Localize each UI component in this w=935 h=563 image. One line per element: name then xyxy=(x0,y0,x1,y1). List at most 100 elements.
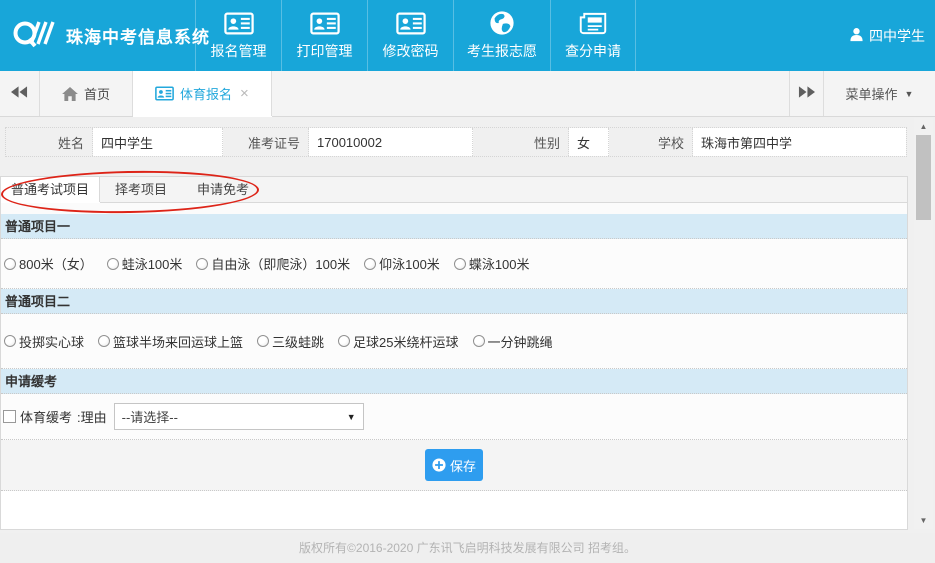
radio-option[interactable]: 三级蛙跳 xyxy=(257,332,324,351)
radio-label: 篮球半场来回运球上篮 xyxy=(113,332,243,351)
menu-label: 菜单操作 xyxy=(846,84,898,103)
tab-optional-exam[interactable]: 择考项目 xyxy=(100,177,182,202)
tab-scroll-left-button[interactable] xyxy=(0,71,40,116)
nav-item-label: 修改密码 xyxy=(383,41,439,61)
user-name: 四中学生 xyxy=(869,26,925,46)
student-name-value: 四中学生 xyxy=(93,128,223,156)
exam-id-value: 170010002 xyxy=(309,128,473,156)
panel-gap xyxy=(1,203,907,214)
section-deferral-row: 体育缓考 :理由 --请选择-- ▼ xyxy=(1,394,907,440)
gender-label: 性别 xyxy=(473,128,569,156)
scroll-down-button[interactable]: ▼ xyxy=(914,513,933,528)
scroll-thumb[interactable] xyxy=(916,135,931,220)
section-normal-1-options: 800米（女） 蛙泳100米 自由泳（即爬泳）100米 仰泳100米 蝶泳100… xyxy=(1,239,907,289)
radio-icon[interactable] xyxy=(473,335,485,347)
section-deferral-header: 申请缓考 xyxy=(1,369,907,394)
reason-label: :理由 xyxy=(77,407,107,426)
save-row: 保存 xyxy=(1,440,907,491)
id-card-icon xyxy=(224,10,254,36)
radio-icon[interactable] xyxy=(338,335,350,347)
double-right-icon xyxy=(798,85,815,103)
radio-label: 800米（女） xyxy=(19,254,93,273)
section-normal-1-header: 普通项目一 xyxy=(1,214,907,239)
radio-option[interactable]: 投掷实心球 xyxy=(4,332,84,351)
section-normal-2-options: 投掷实心球 篮球半场来回运球上篮 三级蛙跳 足球25米绕杆运球 一分钟跳绳 xyxy=(1,314,907,369)
nav-item-registration[interactable]: 报名管理 xyxy=(195,0,281,71)
nav-item-label: 打印管理 xyxy=(297,41,353,61)
tab-close-icon[interactable]: × xyxy=(240,85,249,102)
user-icon xyxy=(849,27,864,45)
radio-label: 三级蛙跳 xyxy=(272,332,324,351)
exam-tabs: 普通考试项目 择考项目 申请免考 xyxy=(1,177,907,203)
radio-label: 蛙泳100米 xyxy=(122,254,183,273)
student-name-label: 姓名 xyxy=(6,128,93,156)
radio-label: 自由泳（即爬泳）100米 xyxy=(211,254,350,273)
radio-option[interactable]: 蛙泳100米 xyxy=(107,254,183,273)
logo-title: 珠海中考信息系统 xyxy=(66,23,210,48)
tab-sports-registration[interactable]: 体育报名 × xyxy=(133,71,272,116)
radio-option[interactable]: 足球25米绕杆运球 xyxy=(338,332,458,351)
nav-item-label: 考生报志愿 xyxy=(467,41,537,61)
copyright-text: 版权所有©2016-2020 广东讯飞启明科技发展有限公司 招考组。 xyxy=(299,541,636,555)
deferral-label: 体育缓考 xyxy=(20,407,72,426)
user-info[interactable]: 四中学生 xyxy=(849,0,925,71)
radio-icon[interactable] xyxy=(107,258,119,270)
radio-icon[interactable] xyxy=(454,258,466,270)
tab-normal-exam[interactable]: 普通考试项目 xyxy=(1,177,100,202)
nav-item-print[interactable]: 打印管理 xyxy=(281,0,367,71)
id-card-icon xyxy=(155,86,174,101)
radio-option[interactable]: 自由泳（即爬泳）100米 xyxy=(196,254,350,273)
gender-value: 女 xyxy=(569,128,609,156)
window-tabbar: 首页 体育报名 × 菜单操作 ▼ xyxy=(0,71,935,117)
radio-icon[interactable] xyxy=(196,258,208,270)
menu-operations-button[interactable]: 菜单操作 ▼ xyxy=(823,71,935,116)
school-label: 学校 xyxy=(609,128,693,156)
id-card-icon xyxy=(310,10,340,36)
tab-exemption[interactable]: 申请免考 xyxy=(182,177,264,202)
app-header: 珠海中考信息系统 报名管理 xyxy=(0,0,935,71)
radio-icon[interactable] xyxy=(4,335,16,347)
radio-icon[interactable] xyxy=(364,258,376,270)
nav-item-volunteer[interactable]: 考生报志愿 xyxy=(453,0,550,71)
radio-label: 蝶泳100米 xyxy=(469,254,530,273)
logo-mark-icon xyxy=(12,16,58,55)
radio-option[interactable]: 一分钟跳绳 xyxy=(473,332,553,351)
deferral-checkbox[interactable] xyxy=(3,410,16,423)
app-window: 珠海中考信息系统 报名管理 xyxy=(0,0,935,563)
tab-home[interactable]: 首页 xyxy=(40,71,133,116)
scroll-up-button[interactable]: ▲ xyxy=(914,119,933,134)
radio-option[interactable]: 仰泳100米 xyxy=(364,254,440,273)
save-label: 保存 xyxy=(450,456,476,475)
radio-icon[interactable] xyxy=(257,335,269,347)
radio-option[interactable]: 篮球半场来回运球上篮 xyxy=(98,332,243,351)
radio-label: 仰泳100米 xyxy=(379,254,440,273)
tab-home-label: 首页 xyxy=(84,84,110,103)
save-button[interactable]: 保存 xyxy=(425,449,483,481)
nav-item-label: 查分申请 xyxy=(565,41,621,61)
tab-scroll-right-button[interactable] xyxy=(789,71,823,116)
home-icon xyxy=(62,87,78,101)
double-left-icon xyxy=(11,85,28,103)
school-value: 珠海市第四中学 xyxy=(693,128,906,156)
plus-circle-icon xyxy=(432,458,446,472)
select-value: --请选择-- xyxy=(122,407,178,426)
radio-option[interactable]: 800米（女） xyxy=(4,254,93,273)
id-card-icon xyxy=(396,10,426,36)
reason-select[interactable]: --请选择-- ▼ xyxy=(114,403,364,430)
page-content: 姓名 四中学生 准考证号 170010002 性别 女 学校 珠海市第四中学 普… xyxy=(0,117,935,533)
nav-item-label: 报名管理 xyxy=(211,41,267,61)
nav-item-score-inquiry[interactable]: 查分申请 xyxy=(550,0,636,71)
radio-icon[interactable] xyxy=(4,258,16,270)
radio-option[interactable]: 蝶泳100米 xyxy=(454,254,530,273)
student-info-bar: 姓名 四中学生 准考证号 170010002 性别 女 学校 珠海市第四中学 xyxy=(5,127,907,157)
section-normal-2-header: 普通项目二 xyxy=(1,289,907,314)
nav-item-password[interactable]: 修改密码 xyxy=(367,0,453,71)
newspaper-icon xyxy=(579,10,607,36)
page-footer: 版权所有©2016-2020 广东讯飞启明科技发展有限公司 招考组。 xyxy=(0,533,935,563)
tabbar-spacer xyxy=(272,71,789,116)
app-logo: 珠海中考信息系统 xyxy=(12,0,210,71)
exam-id-label: 准考证号 xyxy=(223,128,309,156)
radio-label: 足球25米绕杆运球 xyxy=(353,332,458,351)
radio-icon[interactable] xyxy=(98,335,110,347)
vertical-scrollbar[interactable]: ▲ ▼ xyxy=(914,118,933,529)
